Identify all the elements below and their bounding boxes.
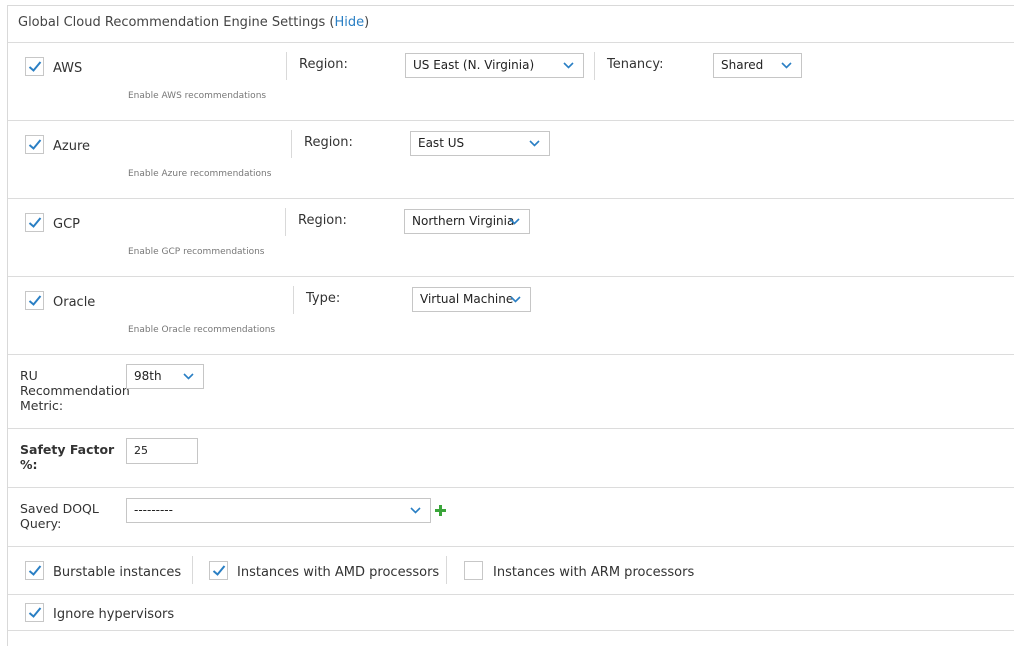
oracle-type-label: Type: [306, 291, 341, 306]
safety-factor-input[interactable]: 25 [126, 438, 198, 464]
chevron-down-icon [563, 62, 574, 69]
chevron-down-icon [410, 507, 421, 514]
ru-metric-label-line2: Recommendation [20, 383, 130, 398]
aws-label: AWS [53, 61, 83, 76]
divider [8, 42, 1014, 43]
divider [286, 52, 287, 80]
chevron-down-icon [510, 296, 521, 303]
gcp-checkbox[interactable] [25, 213, 44, 232]
burstable-checkbox[interactable] [25, 561, 44, 580]
divider [8, 594, 1014, 595]
aws-sub-label: Enable AWS recommendations [128, 91, 267, 101]
safety-factor-label-line1: Safety Factor [20, 442, 115, 457]
divider [285, 208, 286, 236]
oracle-type-value: Virtual Machine [420, 292, 514, 306]
divider [8, 198, 1014, 199]
aws-tenancy-select[interactable]: Shared [713, 53, 802, 78]
divider [8, 354, 1014, 355]
hide-link[interactable]: Hide [334, 15, 364, 30]
aws-tenancy-label: Tenancy: [607, 57, 664, 72]
checkmark-icon [212, 565, 226, 576]
divider [192, 556, 193, 584]
aws-checkbox[interactable] [25, 57, 44, 76]
safety-factor-label-line2: %: [20, 457, 38, 472]
doql-label: Saved DOQL Query: [20, 501, 99, 531]
aws-region-select[interactable]: US East (N. Virginia) [405, 53, 584, 78]
safety-factor-label: Safety Factor %: [20, 442, 114, 472]
checkmark-icon [28, 295, 42, 306]
divider [8, 630, 1014, 631]
gcp-sub-label: Enable GCP recommendations [128, 247, 265, 257]
checkmark-icon [28, 139, 42, 150]
chevron-down-icon [183, 373, 194, 380]
amd-checkbox[interactable] [209, 561, 228, 580]
ru-metric-label-line3: Metric: [20, 398, 64, 413]
azure-checkbox[interactable] [25, 135, 44, 154]
ru-metric-label: RU Recommendation Metric: [20, 368, 130, 413]
chevron-down-icon [529, 140, 540, 147]
checkmark-icon [28, 61, 42, 72]
arm-label: Instances with ARM processors [493, 565, 695, 580]
ru-metric-label-line1: RU [20, 368, 38, 383]
oracle-label: Oracle [53, 295, 96, 310]
ru-metric-select[interactable]: 98th [126, 364, 204, 389]
doql-label-line2: Query: [20, 516, 62, 531]
panel-title: Global Cloud Recommendation Engine Setti… [18, 15, 369, 30]
doql-value: --------- [134, 503, 173, 517]
gcp-region-label: Region: [298, 213, 347, 228]
azure-label: Azure [53, 139, 91, 154]
oracle-sub-label: Enable Oracle recommendations [128, 325, 276, 335]
divider [8, 276, 1014, 277]
divider [446, 556, 447, 584]
azure-region-select[interactable]: East US [410, 131, 550, 156]
amd-label: Instances with AMD processors [237, 565, 440, 580]
burstable-label: Burstable instances [53, 565, 182, 580]
ignore-hypervisors-checkbox[interactable] [25, 603, 44, 622]
divider [293, 286, 294, 314]
doql-select[interactable]: --------- [126, 498, 431, 523]
divider [8, 120, 1014, 121]
panel-title-text: Global Cloud Recommendation Engine Setti… [18, 15, 326, 30]
ignore-hypervisors-label: Ignore hypervisors [53, 607, 175, 622]
aws-region-value: US East (N. Virginia) [413, 58, 535, 72]
add-doql-icon[interactable] [435, 505, 446, 516]
divider [291, 130, 292, 158]
gcp-region-select[interactable]: Northern Virginia [404, 209, 530, 234]
azure-sub-label: Enable Azure recommendations [128, 169, 272, 179]
oracle-type-select[interactable]: Virtual Machine [412, 287, 531, 312]
oracle-checkbox[interactable] [25, 291, 44, 310]
azure-region-label: Region: [304, 135, 353, 150]
checkmark-icon [28, 565, 42, 576]
divider [8, 546, 1014, 547]
gcp-region-value: Northern Virginia [412, 214, 515, 228]
ru-metric-value: 98th [134, 369, 162, 383]
gcp-label: GCP [53, 217, 80, 232]
paren-close: ) [364, 15, 370, 30]
divider [8, 487, 1014, 488]
chevron-down-icon [781, 62, 792, 69]
checkmark-icon [28, 607, 42, 618]
aws-region-label: Region: [299, 57, 348, 72]
divider [8, 428, 1014, 429]
checkmark-icon [28, 217, 42, 228]
settings-panel: Global Cloud Recommendation Engine Setti… [7, 5, 1014, 646]
doql-label-line1: Saved DOQL [20, 501, 99, 516]
aws-tenancy-value: Shared [721, 58, 764, 72]
azure-region-value: East US [418, 136, 465, 150]
arm-checkbox[interactable] [464, 561, 483, 580]
chevron-down-icon [509, 218, 520, 225]
divider [594, 52, 595, 80]
